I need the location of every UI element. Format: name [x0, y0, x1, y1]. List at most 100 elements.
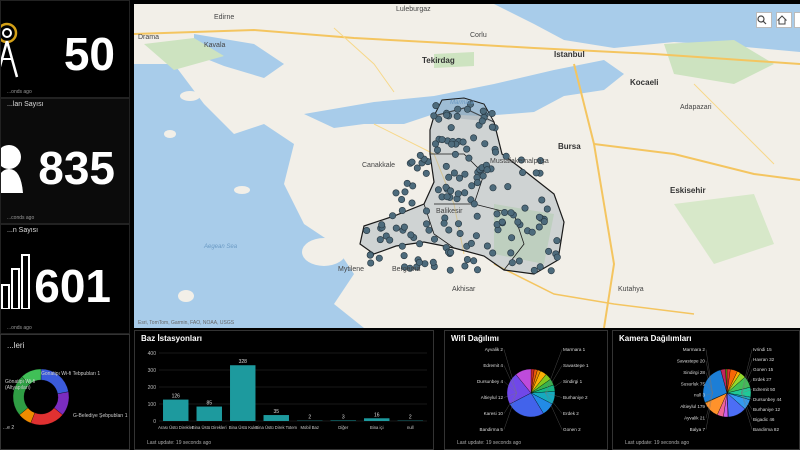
map-marker[interactable] — [528, 228, 536, 236]
map-marker[interactable] — [400, 252, 408, 260]
map-marker[interactable] — [440, 219, 448, 227]
map-marker[interactable] — [430, 112, 438, 120]
map-marker[interactable] — [432, 102, 440, 110]
map-marker[interactable] — [461, 262, 469, 270]
map-view[interactable]: Luleburgaz Tekirdag Istanbul Kocaeli Bur… — [134, 4, 800, 328]
map-marker[interactable] — [454, 220, 462, 228]
map-marker[interactable] — [545, 247, 553, 255]
map-marker[interactable] — [430, 235, 438, 243]
map-marker[interactable] — [400, 223, 408, 231]
map-marker[interactable] — [547, 267, 555, 275]
map-marker[interactable] — [422, 220, 430, 228]
map-marker[interactable] — [392, 224, 400, 232]
map-marker[interactable] — [463, 256, 471, 264]
map-marker[interactable] — [448, 140, 456, 148]
map-marker[interactable] — [491, 148, 499, 156]
map-marker[interactable] — [508, 234, 516, 242]
map-marker[interactable] — [470, 200, 478, 208]
map-marker[interactable] — [445, 226, 453, 234]
map-marker[interactable] — [446, 266, 454, 274]
bar[interactable] — [230, 365, 256, 421]
map-marker[interactable] — [443, 193, 451, 201]
map-marker[interactable] — [536, 263, 544, 271]
map-marker[interactable] — [443, 111, 451, 119]
map-marker[interactable] — [461, 189, 469, 197]
map-marker[interactable] — [401, 188, 409, 196]
map-list-button[interactable] — [794, 12, 800, 28]
bar-chart[interactable]: 0 100 200 300 400 126 Arası Üstü Direkler 85 Bin… — [135, 345, 433, 441]
left-donut-panel[interactable]: ...leri Gonatipı Wi-fi Tebpubları 1 Göna… — [0, 334, 130, 450]
map-marker[interactable] — [398, 196, 406, 204]
map-marker[interactable] — [453, 112, 461, 120]
map-marker[interactable] — [479, 172, 487, 180]
map-marker[interactable] — [472, 232, 480, 240]
map-marker[interactable] — [447, 187, 455, 195]
map-marker[interactable] — [450, 169, 458, 177]
map-marker[interactable] — [442, 162, 450, 170]
map-marker[interactable] — [429, 258, 437, 266]
map-marker[interactable] — [553, 253, 561, 261]
map-marker[interactable] — [438, 136, 446, 144]
map-marker[interactable] — [413, 164, 421, 172]
bar[interactable] — [196, 406, 222, 421]
map-marker[interactable] — [455, 174, 463, 182]
map-marker[interactable] — [378, 221, 386, 229]
map-marker[interactable] — [489, 184, 497, 192]
map-marker[interactable] — [367, 259, 375, 267]
map-marker[interactable] — [521, 204, 529, 212]
map-marker[interactable] — [535, 213, 543, 221]
map-marker[interactable] — [461, 170, 469, 178]
map-marker[interactable] — [392, 189, 400, 197]
map-marker[interactable] — [451, 150, 459, 158]
map-marker[interactable] — [425, 226, 433, 234]
wifi-pie-panel[interactable]: Wifi Dağılımı Marmara 1 Savastepe 1 Sindir… — [444, 330, 608, 450]
map-marker[interactable] — [447, 124, 455, 132]
wifi-pie-chart[interactable]: Marmara 1 Savastepe 1 Sindirgi 1 Burhaniye … — [445, 337, 609, 443]
map-marker[interactable] — [473, 266, 481, 274]
map-marker[interactable] — [422, 169, 430, 177]
map-marker[interactable] — [366, 251, 374, 259]
map-marker[interactable] — [376, 236, 384, 244]
map-marker[interactable] — [454, 190, 462, 198]
map-marker[interactable] — [538, 196, 546, 204]
map-marker[interactable] — [459, 138, 467, 146]
map-marker[interactable] — [463, 105, 471, 113]
map-marker[interactable] — [467, 239, 475, 247]
map-marker[interactable] — [415, 258, 423, 266]
map-marker[interactable] — [493, 210, 501, 218]
map-marker[interactable] — [386, 236, 394, 244]
map-marker[interactable] — [478, 117, 486, 125]
map-marker[interactable] — [543, 205, 551, 213]
map-marker[interactable] — [408, 158, 416, 166]
camera-pie-chart[interactable]: Ivrindi 15 Havran 32 Gonen 15 Erdek 27 Edrem… — [613, 337, 800, 443]
map-marker[interactable] — [398, 242, 406, 250]
kpi-card-2[interactable]: ...lan Sayısı 835 ...conds ago — [0, 98, 130, 224]
map-marker[interactable] — [488, 123, 496, 131]
map-marker[interactable] — [532, 169, 540, 177]
map-marker[interactable] — [375, 254, 383, 262]
map-marker[interactable] — [431, 140, 439, 148]
bar-chart-panel[interactable]: Baz İstasyonları 0 100 200 300 400 126 Arası Ü… — [134, 330, 434, 450]
map-marker[interactable] — [498, 218, 506, 226]
map-marker[interactable] — [416, 240, 424, 248]
map-marker[interactable] — [434, 186, 442, 194]
camera-pie-panel[interactable]: Kamera Dağılımları Ivrindi 15 Havran 32 Go… — [612, 330, 800, 450]
map-marker[interactable] — [363, 227, 371, 235]
map-marker[interactable] — [530, 266, 538, 274]
map-marker[interactable] — [535, 223, 543, 231]
map-marker[interactable] — [473, 179, 481, 187]
map-marker[interactable] — [507, 249, 515, 257]
map-marker[interactable] — [470, 134, 478, 142]
map-marker[interactable] — [463, 145, 471, 153]
map-marker[interactable] — [515, 257, 523, 265]
map-marker[interactable] — [398, 207, 406, 215]
map-marker[interactable] — [408, 199, 416, 207]
map-search-button[interactable] — [756, 12, 772, 28]
kpi-card-3[interactable]: ...n Sayısı 601 ...onds ago — [0, 224, 130, 334]
bar[interactable] — [163, 399, 189, 421]
map-marker[interactable] — [407, 231, 415, 239]
map-marker[interactable] — [433, 146, 441, 154]
map-marker[interactable] — [488, 110, 496, 118]
map-marker[interactable] — [470, 257, 478, 265]
map-marker[interactable] — [465, 154, 473, 162]
